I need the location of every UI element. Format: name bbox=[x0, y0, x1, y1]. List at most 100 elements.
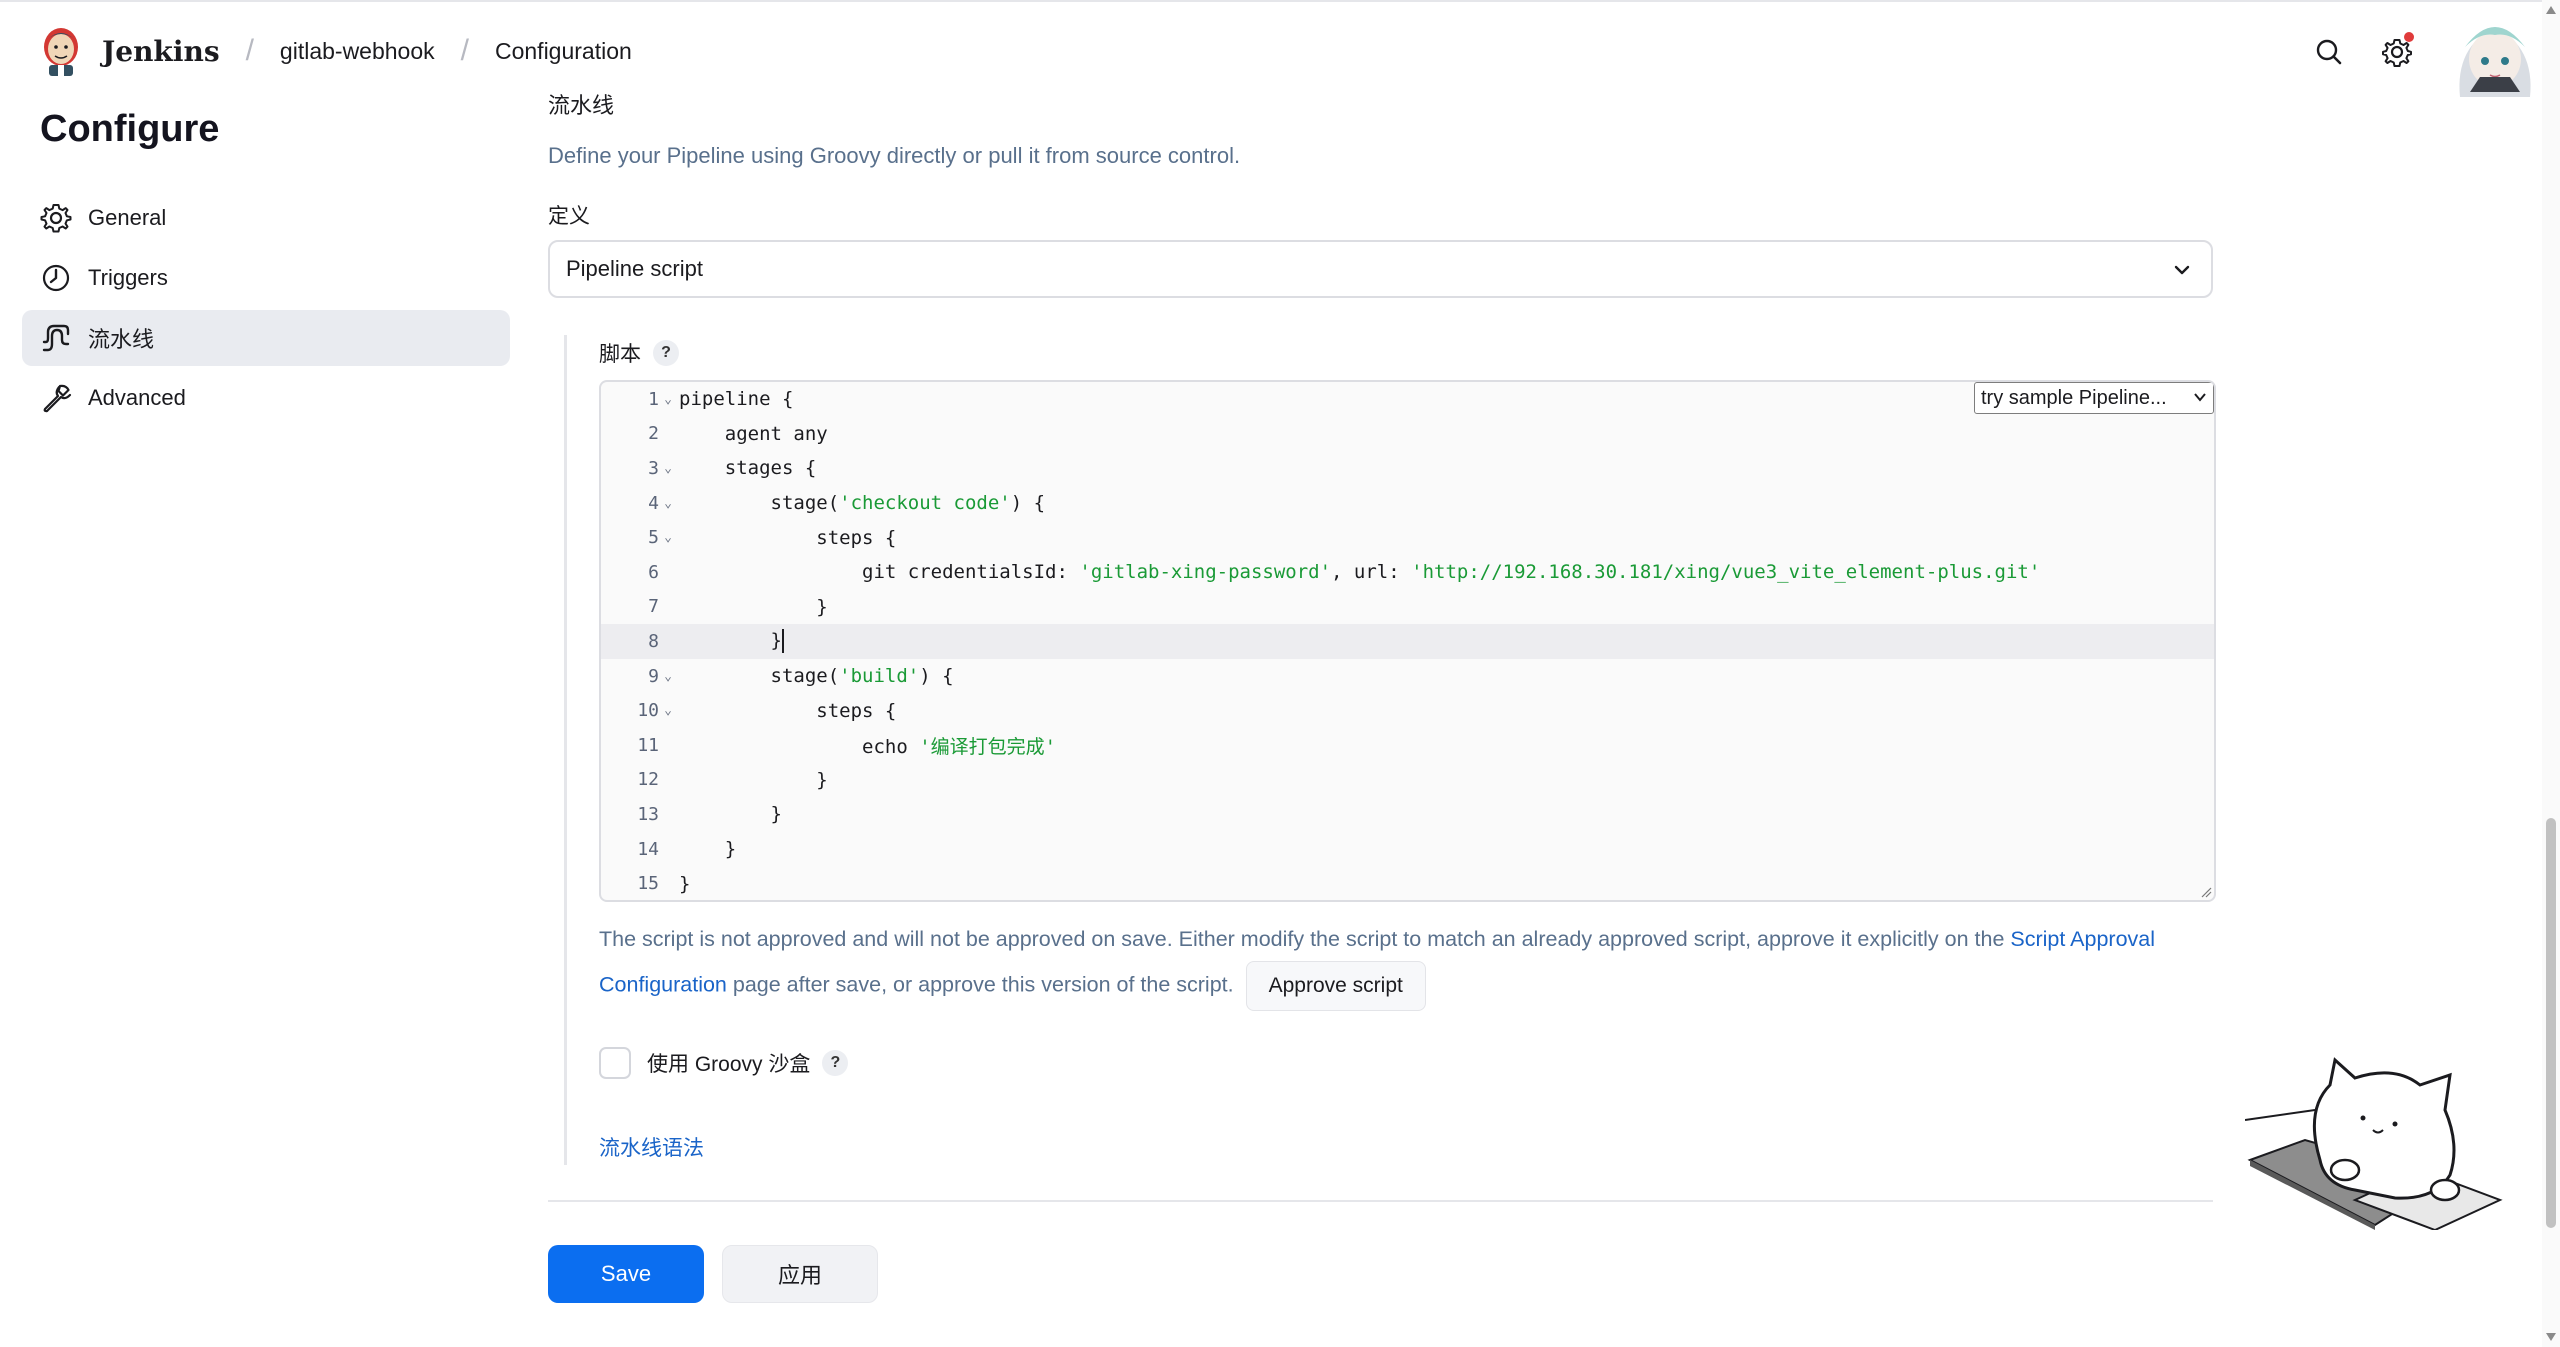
search-icon bbox=[2316, 39, 2342, 65]
code-line[interactable]: 13 } bbox=[601, 797, 2214, 832]
code-line[interactable]: 2 agent any bbox=[601, 417, 2214, 452]
code-line[interactable]: 4 ⌄ stage('checkout code') { bbox=[601, 486, 2214, 521]
page-title: Configure bbox=[40, 108, 220, 150]
fold-chevron-icon[interactable]: ⌄ bbox=[659, 392, 677, 407]
code-line[interactable]: 3 ⌄ stages { bbox=[601, 451, 2214, 486]
line-number: 4 bbox=[648, 492, 659, 514]
scrollbar-thumb[interactable] bbox=[2546, 818, 2556, 1228]
code-line[interactable]: 9 ⌄ stage('build') { bbox=[601, 659, 2214, 694]
fold-chevron-icon[interactable]: ⌄ bbox=[659, 703, 677, 718]
code-line[interactable]: 11 echo '编译打包完成' bbox=[601, 728, 2214, 763]
chevron-down-icon bbox=[2174, 265, 2190, 275]
scroll-down-icon[interactable] bbox=[2546, 1333, 2556, 1341]
apply-button[interactable]: 应用 bbox=[722, 1245, 878, 1303]
code-text: } bbox=[677, 769, 827, 791]
notification-dot bbox=[2404, 32, 2414, 42]
warning-text: page after save, or approve this version… bbox=[732, 972, 1234, 997]
script-approval-warning: The script is not approved and will not … bbox=[599, 917, 2199, 1011]
sidebar-item-general[interactable]: General bbox=[22, 190, 510, 246]
manage-jenkins-button[interactable] bbox=[2372, 27, 2422, 77]
line-number: 6 bbox=[648, 561, 659, 583]
fold-chevron-icon[interactable]: ⌄ bbox=[659, 461, 677, 476]
groovy-sandbox-label[interactable]: 使用 Groovy 沙盒 bbox=[647, 1048, 810, 1078]
code-text: pipeline { bbox=[677, 388, 793, 410]
line-number: 1 bbox=[648, 388, 659, 410]
code-string: '编译打包完成' bbox=[919, 735, 1057, 758]
line-number: 8 bbox=[648, 630, 659, 652]
script-editor[interactable]: 1 ⌄ pipeline {2 agent any 3 ⌄ stages {4 ⌄ sta… bbox=[599, 380, 2216, 902]
code-line[interactable]: 12 } bbox=[601, 763, 2214, 798]
code-text: } bbox=[677, 596, 827, 618]
text-caret bbox=[781, 629, 784, 654]
code-line[interactable]: 10 ⌄ steps { bbox=[601, 693, 2214, 728]
sidebar-item-triggers[interactable]: Triggers bbox=[22, 250, 510, 306]
code-string: 'http://192.168.30.181/xing/vue3_vite_el… bbox=[1411, 561, 2041, 584]
header-actions bbox=[2304, 2, 2560, 102]
code-text: echo '编译打包完成' bbox=[677, 732, 1056, 759]
code-text: } bbox=[677, 838, 736, 860]
scroll-up-icon[interactable] bbox=[2546, 6, 2556, 14]
resize-handle-icon[interactable] bbox=[2200, 886, 2212, 898]
code-line[interactable]: 5 ⌄ steps { bbox=[601, 520, 2214, 555]
line-number: 9 bbox=[648, 665, 659, 687]
code-text: steps { bbox=[677, 527, 896, 549]
save-button[interactable]: Save bbox=[548, 1245, 704, 1303]
breadcrumb-job[interactable]: gitlab-webhook bbox=[280, 38, 435, 65]
code-token: } bbox=[679, 629, 782, 652]
fold-chevron-icon[interactable]: ⌄ bbox=[659, 669, 677, 684]
code-token: ) { bbox=[919, 665, 954, 688]
definition-select[interactable]: Pipeline script bbox=[548, 240, 2213, 298]
sidebar-item-label: General bbox=[88, 205, 167, 230]
sidebar-item-label: Triggers bbox=[88, 265, 168, 290]
code-string: 'gitlab-xing-password' bbox=[1079, 561, 1332, 584]
code-text: stage('checkout code') { bbox=[677, 492, 1046, 515]
line-number: 7 bbox=[648, 596, 659, 618]
help-icon[interactable]: ? bbox=[653, 340, 679, 366]
code-token: agent any bbox=[679, 422, 828, 445]
section-description: Define your Pipeline using Groovy direct… bbox=[548, 143, 1241, 168]
brand-name[interactable]: Jenkins bbox=[102, 35, 220, 68]
code-token: } bbox=[679, 872, 691, 895]
code-text: stage('build') { bbox=[677, 665, 954, 687]
script-label-text: 脚本 bbox=[599, 343, 641, 366]
breadcrumb-configuration[interactable]: Configuration bbox=[495, 38, 632, 65]
user-avatar[interactable] bbox=[2440, 7, 2550, 97]
sidebar-item-pipeline[interactable]: 流水线 bbox=[22, 310, 510, 366]
code-token: ) { bbox=[1010, 492, 1046, 515]
code-line[interactable]: 15} bbox=[601, 866, 2214, 900]
code-line[interactable]: 1 ⌄ pipeline { bbox=[601, 382, 2214, 417]
groovy-sandbox-checkbox[interactable] bbox=[599, 1047, 631, 1079]
code-text: stages { bbox=[677, 457, 817, 479]
code-line[interactable]: 6 git credentialsId: 'gitlab-xing-passwo… bbox=[601, 555, 2214, 590]
sidebar-item-advanced[interactable]: Advanced bbox=[22, 370, 510, 426]
code-token: stage( bbox=[679, 665, 840, 688]
code-line[interactable]: 8 } bbox=[601, 624, 2214, 659]
cat-typing-sticker bbox=[2245, 1057, 2503, 1230]
code-token: steps { bbox=[679, 526, 897, 549]
definition-select-value: Pipeline script bbox=[566, 256, 703, 281]
jenkins-logo-icon[interactable] bbox=[40, 25, 82, 77]
page-scrollbar[interactable] bbox=[2542, 0, 2560, 1347]
line-number: 11 bbox=[637, 734, 659, 756]
code-token: echo bbox=[679, 735, 920, 758]
line-number: 12 bbox=[637, 769, 659, 791]
breadcrumb-separator: / bbox=[245, 34, 254, 67]
gear-icon bbox=[40, 204, 72, 233]
code-token: } bbox=[679, 803, 782, 826]
code-token: steps { bbox=[679, 699, 897, 722]
sample-pipeline-select[interactable]: try sample Pipeline... bbox=[1974, 382, 2214, 414]
script-section: 脚本 ? 1 ⌄ pipeline {2 agent any 3 ⌄ stages {4… bbox=[564, 335, 2216, 1165]
search-button[interactable] bbox=[2304, 27, 2354, 77]
pipeline-syntax-link[interactable]: 流水线语法 bbox=[599, 1132, 704, 1162]
code-line[interactable]: 7 } bbox=[601, 590, 2214, 625]
approve-script-button[interactable]: Approve script bbox=[1245, 961, 1426, 1011]
code-text: } bbox=[677, 629, 784, 654]
code-line[interactable]: 14 } bbox=[601, 832, 2214, 867]
divider bbox=[548, 1200, 2213, 1202]
definition-label: 定义 bbox=[548, 205, 590, 228]
help-icon[interactable]: ? bbox=[822, 1050, 849, 1076]
warning-text: The script is not approved and will not … bbox=[599, 927, 2005, 951]
line-number: 2 bbox=[648, 423, 659, 445]
fold-chevron-icon[interactable]: ⌄ bbox=[659, 530, 677, 545]
fold-chevron-icon[interactable]: ⌄ bbox=[659, 496, 677, 511]
